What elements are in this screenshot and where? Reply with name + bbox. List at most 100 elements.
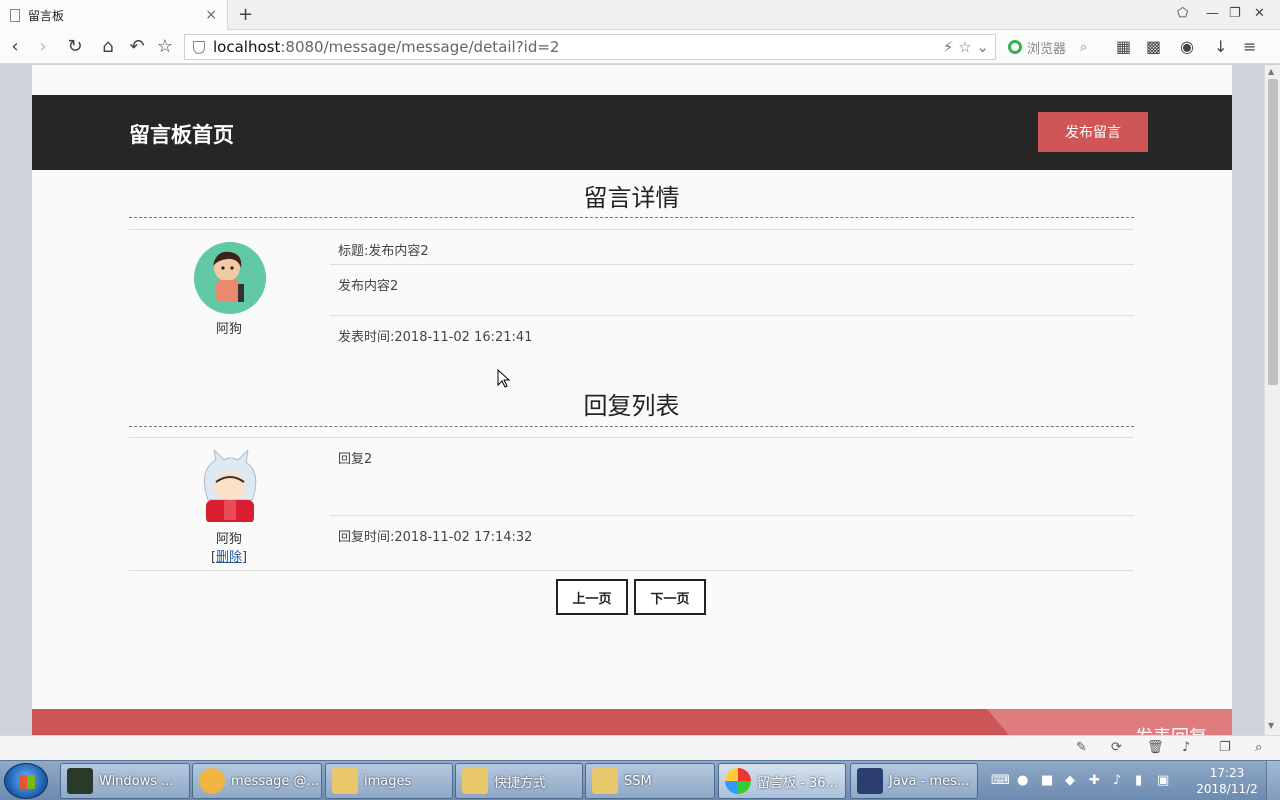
mouse-cursor-icon (497, 369, 511, 388)
zoom-icon[interactable]: ⌕ (1255, 740, 1262, 755)
window-close-icon[interactable]: ✕ (1254, 6, 1265, 21)
back-icon[interactable]: ‹ (4, 36, 26, 57)
forward-icon[interactable]: › (32, 36, 54, 57)
tray-app-icon[interactable]: ■ (1041, 773, 1053, 788)
start-button[interactable] (4, 763, 48, 799)
search-label: 浏览器 (1027, 41, 1067, 57)
chevron-down-icon[interactable]: ⌄ (976, 38, 989, 56)
divider (129, 229, 1134, 230)
taskbar-item[interactable]: 快捷方式 (455, 763, 583, 799)
taskbar-item[interactable]: 留言板 - 36... (718, 763, 846, 799)
taskbar-item-label: 留言板 - 36... (757, 775, 838, 791)
next-page-button[interactable]: 下一页 (634, 579, 706, 615)
taskbar-item-label: SSM (624, 773, 652, 789)
prev-page-button[interactable]: 上一页 (556, 579, 628, 615)
post-reply-button[interactable]: 发表回复 (1135, 723, 1207, 735)
delete-reply-link[interactable]: 删除 (216, 550, 242, 565)
download-icon[interactable]: ↓ (1214, 37, 1227, 56)
show-desktop-button[interactable] (1266, 761, 1280, 800)
folder-icon (332, 768, 358, 794)
site-title[interactable]: 留言板首页 (129, 119, 234, 149)
reload-icon[interactable]: ↻ (64, 36, 86, 57)
page-icon (10, 8, 20, 22)
divider (129, 570, 1134, 571)
chat-app-icon (199, 768, 225, 794)
taskbar-clock[interactable]: 17:23 2018/11/2 (1192, 765, 1262, 797)
taskbar-item[interactable]: images (325, 763, 453, 799)
address-actions: ⚡ ☆ ⌄ (943, 38, 989, 56)
scrollbar-thumb[interactable] (1268, 79, 1278, 385)
browser-tabbar: 留言板 × + ⬠ — ❐ ✕ (0, 0, 1280, 30)
tab-close-icon[interactable]: × (205, 7, 217, 23)
volume-icon[interactable]: ♪ (1182, 740, 1190, 755)
divider (330, 515, 1134, 516)
taskbar-item-label: 快捷方式 (494, 775, 547, 791)
undo-icon[interactable]: ↶ (126, 36, 148, 57)
reply-delete: [删除] (210, 550, 248, 565)
page-scrollbar[interactable]: ▲ ▼ (1264, 65, 1280, 735)
scroll-up-icon[interactable]: ▲ (1268, 67, 1274, 76)
windows-logo-icon (19, 775, 35, 789)
url-path: :8080/message/message/detail?id=2 (280, 38, 560, 56)
message-board-page: 留言板首页 发布留言 留言详情 阿狗 标题:发布内容2 发布内容2 发表时间:2… (32, 65, 1232, 735)
taskbar-item-label: message @... (231, 773, 319, 789)
folder-icon (592, 768, 618, 794)
divider (129, 426, 1134, 427)
home-icon[interactable]: ⌂ (97, 36, 119, 57)
keyboard-icon[interactable]: ⌨ (991, 773, 1010, 788)
network-signal-icon[interactable]: ▮ (1135, 773, 1142, 788)
tray-app-icon[interactable]: ▣ (1157, 773, 1169, 788)
apps-grid-icon[interactable]: ▦ (1116, 37, 1131, 56)
shirt-skin-icon[interactable]: ⬠ (1177, 6, 1188, 21)
volume-icon[interactable]: ♪ (1113, 773, 1121, 788)
favorite-star-icon[interactable]: ☆ (154, 36, 176, 57)
lightning-icon[interactable]: ⚡ (943, 38, 954, 56)
folder-icon (462, 768, 488, 794)
url-host: localhost (213, 38, 281, 56)
publish-message-button[interactable]: 发布留言 (1038, 112, 1148, 152)
tab-title: 留言板 (28, 8, 65, 23)
search-icon[interactable]: ⌕ (1080, 40, 1087, 55)
address-bar[interactable]: localhost:8080/message/message/detail?id… (184, 34, 996, 60)
maximize-icon[interactable]: ❐ (1229, 6, 1241, 21)
author-name: 阿狗 (215, 322, 242, 337)
taskbar-item[interactable]: Windows ... (60, 763, 190, 799)
pin-icon[interactable]: ✎ (1076, 740, 1087, 755)
reply-footer-band: 发表回复 (32, 709, 1232, 735)
search-box[interactable]: 浏览器 ⌕ (1000, 34, 1102, 60)
message-subject: 标题:发布内容2 (338, 244, 429, 259)
bookmark-star-icon[interactable]: ☆ (958, 38, 971, 56)
tray-app-icon[interactable]: ◆ (1065, 773, 1075, 788)
window-icon[interactable]: ❐ (1219, 740, 1231, 755)
divider (129, 437, 1134, 438)
clock-time: 17:23 (1209, 766, 1245, 780)
tray-app-icon[interactable]: ✚ (1089, 773, 1100, 788)
new-tab-button[interactable]: + (238, 4, 253, 25)
tray-app-icon[interactable]: ● (1017, 773, 1028, 788)
taskbar-item[interactable]: Java - mes... (850, 763, 978, 799)
message-content: 发布内容2 (338, 279, 399, 294)
reply-content: 回复2 (338, 452, 373, 467)
author-avatar (194, 242, 266, 314)
taskbar-item[interactable]: SSM (585, 763, 715, 799)
browser-tab[interactable]: 留言板 × (0, 0, 228, 30)
refresh-circle-icon[interactable]: ⟳ (1111, 740, 1122, 755)
replies-section-title: 回复列表 (583, 392, 680, 420)
qr-code-icon[interactable]: ▩ (1146, 37, 1161, 56)
security-shield-icon (193, 40, 205, 54)
divider (330, 264, 1134, 265)
trash-icon[interactable]: 🗑 (1147, 740, 1164, 755)
browser-icon (725, 768, 751, 794)
windows-taskbar: Windows ... message @... images 快捷方式 SSM… (0, 760, 1280, 800)
taskbar-item[interactable]: message @... (192, 763, 322, 799)
shield-extension-icon[interactable]: ◉ (1180, 37, 1194, 56)
message-publish-time: 发表时间:2018-11-02 16:21:41 (338, 330, 533, 345)
taskbar-item-label: Windows ... (99, 773, 174, 789)
scroll-down-icon[interactable]: ▼ (1268, 721, 1274, 730)
minimize-icon[interactable]: — (1206, 6, 1219, 21)
page-viewport: 留言板首页 发布留言 留言详情 阿狗 标题:发布内容2 发布内容2 发表时间:2… (0, 65, 1264, 735)
clock-date: 2018/11/2 (1196, 782, 1258, 796)
menu-icon[interactable]: ≡ (1243, 37, 1256, 56)
browser-statusbar: ✎ ⟳ 🗑 ♪ ❐ ⌕ (0, 735, 1280, 760)
search-engine-icon (1008, 40, 1022, 54)
